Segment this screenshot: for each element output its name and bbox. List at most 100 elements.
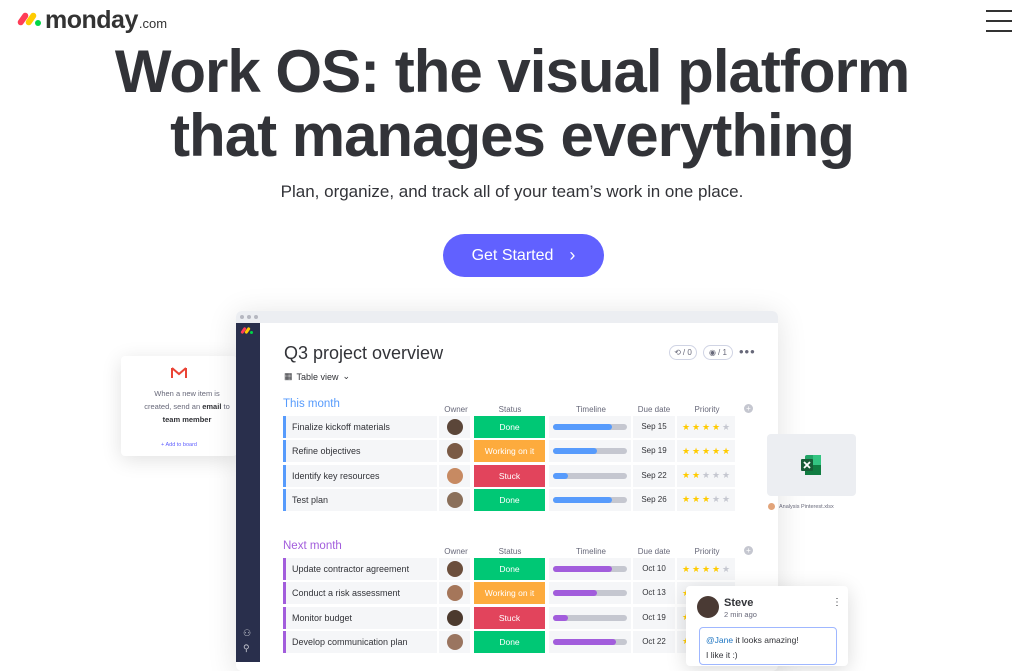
star-icon[interactable]: ★ (722, 422, 731, 432)
add-column-icon[interactable]: + (744, 546, 753, 555)
star-icon[interactable]: ★ (692, 495, 701, 504)
star-icon[interactable]: ★ (722, 495, 731, 504)
status-badge[interactable]: Done (474, 630, 545, 653)
comment-line-1: @Jane it looks amazing! (706, 633, 830, 648)
timeline-cell[interactable] (549, 582, 631, 605)
column-header-status[interactable]: Status (480, 405, 540, 414)
timeline-cell[interactable] (549, 416, 631, 438)
column-header-due[interactable]: Due date (624, 547, 684, 556)
status-badge[interactable]: Done (474, 488, 545, 511)
column-header-prio[interactable]: Priority (677, 405, 737, 414)
comment-time: 2 min ago (724, 610, 757, 619)
item-name[interactable]: Conduct a risk assessment (283, 582, 437, 605)
star-icon[interactable]: ★ (722, 564, 731, 574)
column-header-status[interactable]: Status (480, 547, 540, 556)
owner-cell[interactable] (439, 440, 470, 463)
star-icon[interactable]: ★ (712, 446, 721, 456)
star-icon[interactable]: ★ (682, 446, 691, 456)
priority-rating[interactable]: ★★★★★ (677, 558, 735, 580)
star-icon[interactable]: ★ (682, 564, 691, 574)
star-icon[interactable]: ★ (712, 564, 721, 574)
status-badge[interactable]: Working on it (474, 440, 545, 463)
star-icon[interactable]: ★ (702, 495, 711, 504)
column-header-due[interactable]: Due date (624, 405, 684, 414)
search-icon[interactable]: ⚲ (243, 643, 250, 654)
star-icon[interactable]: ★ (702, 471, 711, 480)
due-date[interactable]: Sep 26 (633, 488, 675, 511)
excel-file-card[interactable] (767, 434, 856, 496)
status-badge[interactable]: Done (474, 416, 545, 438)
owner-cell[interactable] (439, 416, 470, 438)
owner-cell[interactable] (439, 606, 470, 629)
column-header-timeline[interactable]: Timeline (561, 547, 621, 556)
group-title[interactable]: This month (283, 398, 340, 410)
timeline-cell[interactable] (549, 606, 631, 629)
status-badge[interactable]: Done (474, 558, 545, 580)
timeline-cell[interactable] (549, 488, 631, 511)
due-date[interactable]: Sep 22 (633, 464, 675, 487)
item-name[interactable]: Develop communication plan (283, 630, 437, 653)
due-date[interactable]: Oct 13 (633, 582, 675, 605)
star-icon[interactable]: ★ (702, 422, 711, 432)
priority-rating[interactable]: ★★★★★ (677, 488, 735, 511)
star-icon[interactable]: ★ (682, 471, 691, 480)
timeline-cell[interactable] (549, 630, 631, 653)
star-icon[interactable]: ★ (692, 564, 701, 574)
due-date[interactable]: Oct 19 (633, 606, 675, 629)
activity-button[interactable]: ⟲/ 0 (669, 345, 697, 360)
table-view-selector[interactable]: ▦ Table view ⌄ (284, 371, 350, 382)
group-title[interactable]: Next month (283, 540, 342, 552)
star-icon[interactable]: ★ (702, 446, 711, 456)
star-icon[interactable]: ★ (722, 471, 731, 480)
status-badge[interactable]: Stuck (474, 464, 545, 487)
comment-body[interactable]: @Jane it looks amazing! I like it :) (699, 627, 837, 665)
timeline-cell[interactable] (549, 464, 631, 487)
priority-rating[interactable]: ★★★★★ (677, 464, 735, 487)
status-badge[interactable]: Stuck (474, 606, 545, 629)
item-name[interactable]: Update contractor agreement (283, 558, 437, 580)
due-date[interactable]: Oct 10 (633, 558, 675, 580)
more-options-icon[interactable]: ••• (739, 344, 756, 359)
priority-rating[interactable]: ★★★★★ (677, 416, 735, 438)
star-icon[interactable]: ★ (682, 495, 691, 504)
item-name[interactable]: Monitor budget (283, 606, 437, 629)
owner-cell[interactable] (439, 488, 470, 511)
star-icon[interactable]: ★ (712, 495, 721, 504)
column-header-prio[interactable]: Priority (677, 547, 737, 556)
star-icon[interactable]: ★ (722, 446, 731, 456)
due-date[interactable]: Sep 19 (633, 440, 675, 463)
column-header-owner[interactable]: Owner (426, 547, 486, 556)
column-header-owner[interactable]: Owner (426, 405, 486, 414)
due-date[interactable]: Oct 22 (633, 630, 675, 653)
star-icon[interactable]: ★ (692, 446, 701, 456)
star-icon[interactable]: ★ (692, 471, 701, 480)
get-started-button[interactable]: Get Started › (443, 234, 604, 277)
star-icon[interactable]: ★ (712, 422, 721, 432)
viewers-button[interactable]: ◉/ 1 (703, 345, 733, 360)
hamburger-icon[interactable] (986, 10, 1012, 32)
item-name[interactable]: Identify key resources (283, 464, 437, 487)
monday-logo[interactable]: monday .com (16, 6, 167, 35)
item-name[interactable]: Test plan (283, 488, 437, 511)
owner-cell[interactable] (439, 582, 470, 605)
star-icon[interactable]: ★ (702, 564, 711, 574)
item-name[interactable]: Finalize kickoff materials (283, 416, 437, 438)
add-column-icon[interactable]: + (744, 404, 753, 413)
priority-rating[interactable]: ★★★★★ (677, 440, 735, 463)
user-icon[interactable]: ⚇ (243, 628, 251, 639)
due-date[interactable]: Sep 15 (633, 416, 675, 438)
star-icon[interactable]: ★ (682, 422, 691, 432)
star-icon[interactable]: ★ (712, 471, 721, 480)
item-name[interactable]: Refine objectives (283, 440, 437, 463)
column-header-timeline[interactable]: Timeline (561, 405, 621, 414)
owner-cell[interactable] (439, 464, 470, 487)
timeline-cell[interactable] (549, 440, 631, 463)
add-to-board-link[interactable]: + Add to board (121, 442, 237, 448)
comment-mention[interactable]: @Jane (706, 635, 733, 645)
owner-cell[interactable] (439, 630, 470, 653)
timeline-cell[interactable] (549, 558, 631, 580)
star-icon[interactable]: ★ (692, 422, 701, 432)
owner-cell[interactable] (439, 558, 470, 580)
status-badge[interactable]: Working on it (474, 582, 545, 605)
more-options-icon[interactable]: ⋮ (832, 597, 842, 608)
